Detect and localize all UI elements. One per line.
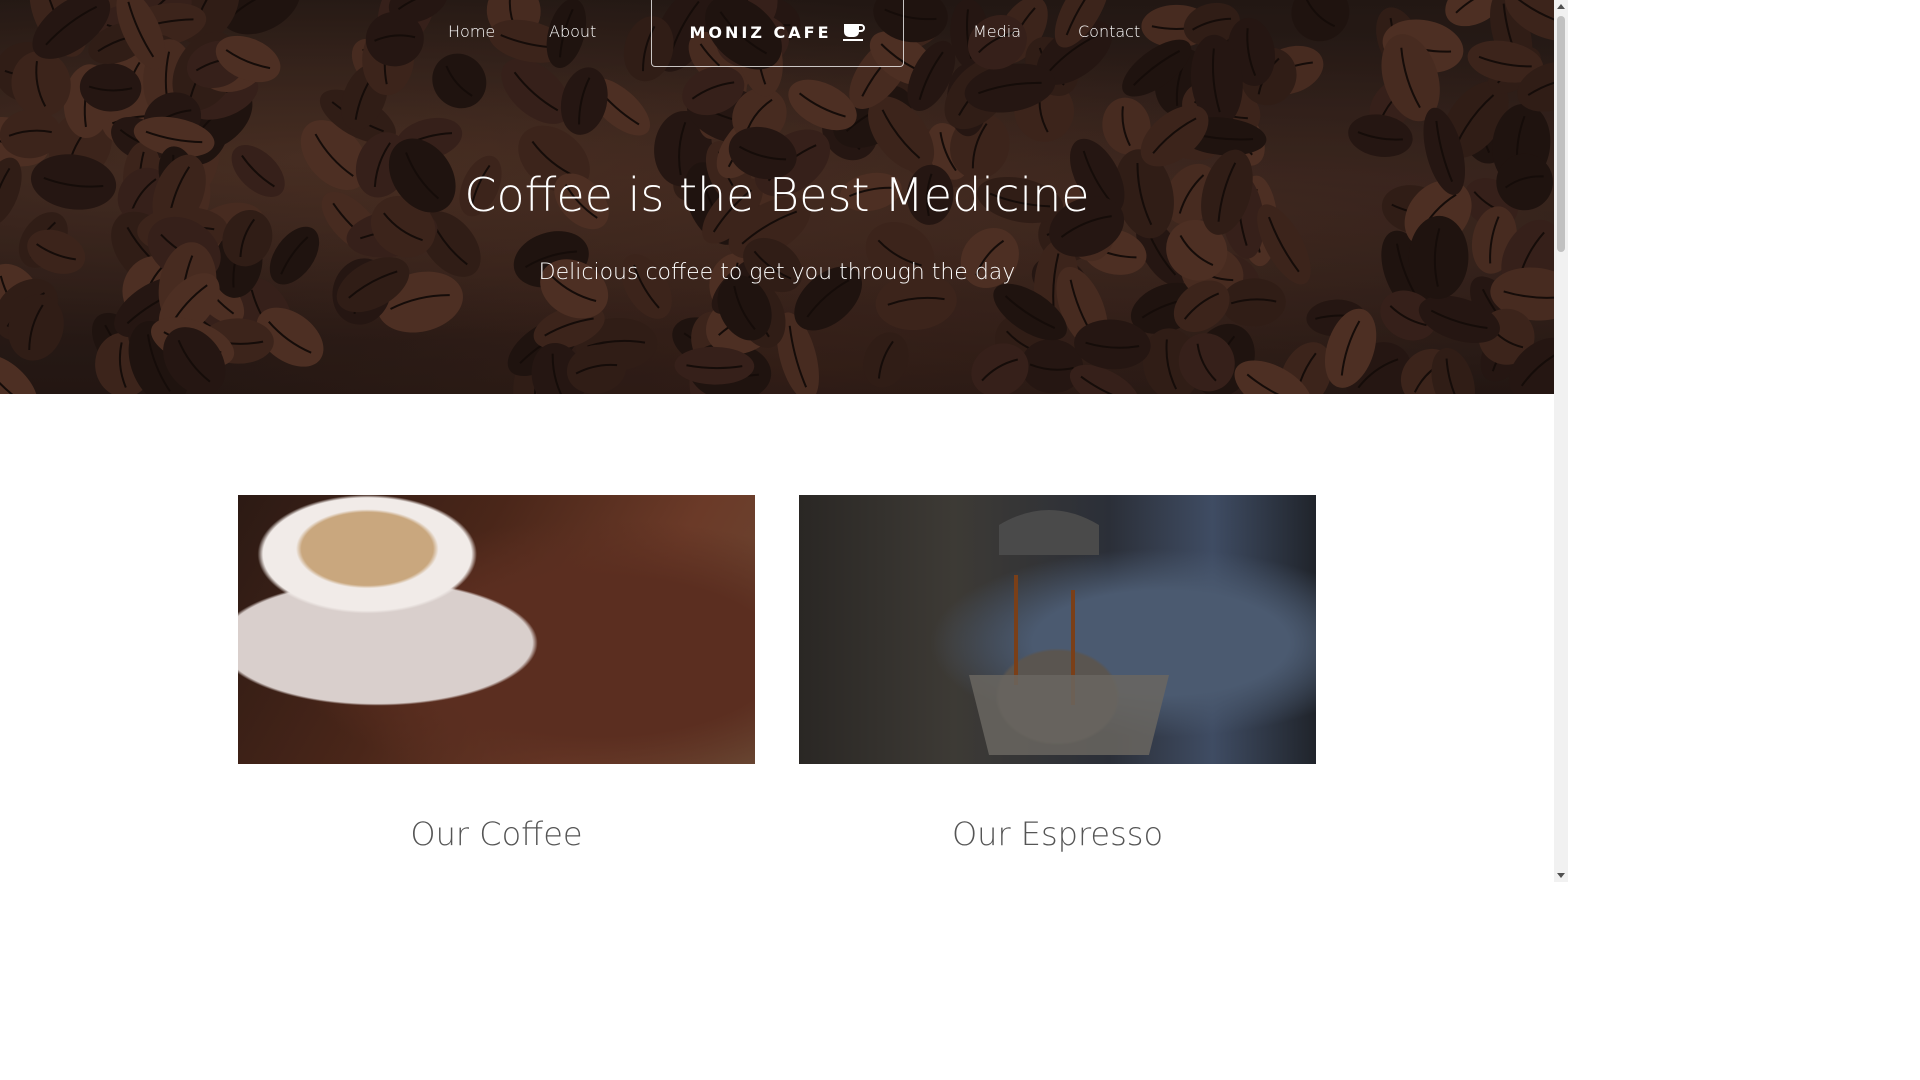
espresso-machine-photo <box>799 495 1316 764</box>
scroll-down-icon[interactable] <box>1557 873 1565 878</box>
scroll-thumb[interactable] <box>1557 16 1565 252</box>
brand-logo[interactable]: MONIZ CAFE <box>651 0 904 67</box>
coffee-cup-icon <box>842 22 866 42</box>
scroll-up-icon[interactable] <box>1557 4 1565 9</box>
card-our-coffee: Our Coffee <box>238 495 755 853</box>
nav-link-about[interactable]: About <box>549 22 596 41</box>
nav-link-home[interactable]: Home <box>448 22 495 41</box>
card-title-coffee: Our Coffee <box>410 815 583 853</box>
nav-link-media[interactable]: Media <box>973 22 1021 41</box>
nav-link-contact[interactable]: Contact <box>1078 22 1140 41</box>
brand-name: MONIZ CAFE <box>689 22 832 42</box>
card-title-espresso: Our Espresso <box>951 815 1164 853</box>
hero-subtitle: Delicious coffee to get you through the … <box>538 260 1016 285</box>
cappuccino-photo <box>238 495 755 764</box>
hero-title: Coffee is the Best Medicine <box>464 168 1090 222</box>
hero-banner: Home About MONIZ CAFE Media Contact Coff… <box>0 0 1554 394</box>
page-scrollbar[interactable] <box>1554 0 1568 882</box>
top-navigation: Home About MONIZ CAFE Media Contact <box>0 0 1554 70</box>
card-our-espresso: Our Espresso <box>799 495 1316 853</box>
